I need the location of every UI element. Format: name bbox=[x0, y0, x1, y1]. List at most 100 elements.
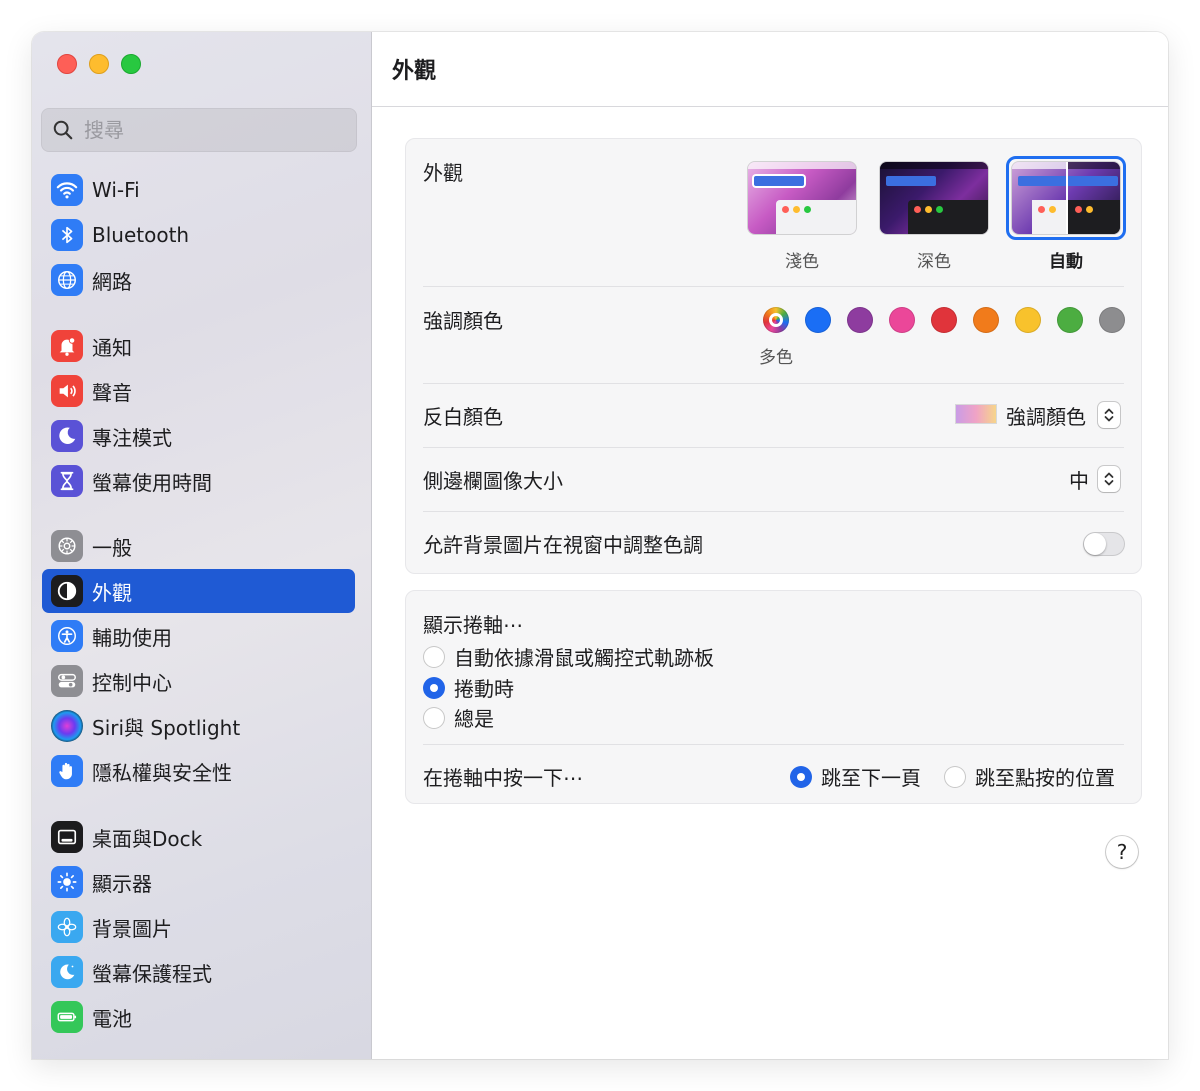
appearance-auto-option[interactable] bbox=[1012, 162, 1120, 234]
highlight-color-value[interactable]: 強調顏色 bbox=[1006, 401, 1086, 430]
divider bbox=[423, 383, 1124, 384]
sidebar-item-label: 顯示器 bbox=[92, 871, 152, 896]
chevron-up-down-icon bbox=[1104, 408, 1114, 422]
appearance-light-caption: 淺色 bbox=[785, 252, 819, 272]
sidebar-item-label: 一般 bbox=[92, 535, 132, 560]
sidebar-item-accessibility[interactable]: 輔助使用 bbox=[42, 614, 355, 658]
search-icon bbox=[53, 120, 73, 140]
moon-icon bbox=[51, 420, 83, 452]
accent-green-swatch[interactable] bbox=[1057, 307, 1083, 333]
sidebar-item-label: 螢幕保護程式 bbox=[92, 961, 212, 986]
search-field[interactable] bbox=[41, 108, 357, 152]
scrollbars-when-scrolling-radio[interactable]: 捲動時 bbox=[423, 673, 514, 702]
accent-multicolor-swatch[interactable] bbox=[763, 307, 789, 333]
wallpaper-tint-label: 允許背景圖片在視窗中調整色調 bbox=[423, 533, 703, 557]
radio-button-selected[interactable] bbox=[423, 676, 445, 699]
sidebar-item-notifications[interactable]: 通知 bbox=[42, 324, 355, 368]
sidebar-item-wifi[interactable]: Wi-Fi bbox=[42, 168, 355, 212]
sidebar-item-label: 背景圖片 bbox=[92, 916, 172, 941]
toggle-knob bbox=[1084, 533, 1106, 555]
help-button[interactable]: ? bbox=[1106, 836, 1138, 868]
zoom-window-button[interactable] bbox=[121, 54, 141, 74]
sidebar-icon-size-popup-button[interactable] bbox=[1098, 466, 1120, 492]
scrollbars-auto-radio[interactable]: 自動依據滑鼠或觸控式軌跡板 bbox=[423, 642, 714, 671]
highlight-color-preview bbox=[956, 405, 996, 423]
appearance-dark-option[interactable] bbox=[880, 162, 988, 234]
sidebar-item-label: Siri與 Spotlight bbox=[92, 715, 241, 740]
sidebar-item-bluetooth[interactable]: Bluetooth bbox=[42, 213, 355, 257]
sidebar-item-label: 輔助使用 bbox=[92, 625, 172, 650]
radio-button[interactable] bbox=[944, 765, 966, 788]
scrollbars-always-radio[interactable]: 總是 bbox=[423, 703, 494, 732]
radio-label: 跳至下一頁 bbox=[821, 766, 921, 790]
sidebar-item-battery[interactable]: 電池 bbox=[42, 995, 355, 1039]
sidebar-item-control-center[interactable]: 控制中心 bbox=[42, 659, 355, 703]
jump-next-page-radio[interactable]: 跳至下一頁 bbox=[790, 762, 921, 791]
sidebar-item-sound[interactable]: 聲音 bbox=[42, 369, 355, 413]
sidebar-item-focus[interactable]: 專注模式 bbox=[42, 414, 355, 458]
sidebar-item-label: 桌面與Dock bbox=[92, 826, 203, 851]
accent-selected-caption: 多色 bbox=[759, 348, 793, 368]
appearance-label: 外觀 bbox=[423, 161, 463, 185]
sidebar-item-screen-time[interactable]: 螢幕使用時間 bbox=[42, 459, 355, 503]
radio-label: 捲動時 bbox=[454, 677, 514, 701]
accent-color-label: 強調顏色 bbox=[423, 309, 503, 333]
sidebar-item-screen-saver[interactable]: 螢幕保護程式 bbox=[42, 950, 355, 994]
radio-button[interactable] bbox=[423, 706, 445, 729]
show-scrollbars-label: 顯示捲軸⋯ bbox=[423, 613, 523, 637]
minimize-window-button[interactable] bbox=[89, 54, 109, 74]
accent-orange-swatch[interactable] bbox=[973, 307, 999, 333]
sidebar-item-displays[interactable]: 顯示器 bbox=[42, 860, 355, 904]
page-title: 外觀 bbox=[372, 32, 1168, 107]
radio-label: 跳至點按的位置 bbox=[975, 766, 1115, 790]
accent-yellow-swatch[interactable] bbox=[1015, 307, 1041, 333]
bluetooth-icon bbox=[51, 219, 83, 251]
sidebar-item-label: 網路 bbox=[92, 269, 132, 294]
sidebar-item-desktop-dock[interactable]: 桌面與Dock bbox=[42, 815, 355, 859]
click-scrollbar-label: 在捲軸中按一下⋯ bbox=[423, 766, 583, 790]
appearance-dark-caption: 深色 bbox=[917, 252, 951, 272]
appearance-auto-caption: 自動 bbox=[1049, 252, 1083, 272]
sidebar-item-label: 專注模式 bbox=[92, 425, 172, 450]
sidebar-item-general[interactable]: 一般 bbox=[42, 524, 355, 568]
accent-pink-swatch[interactable] bbox=[889, 307, 915, 333]
speaker-icon bbox=[51, 375, 83, 407]
appearance-light-option[interactable] bbox=[748, 162, 856, 234]
close-window-button[interactable] bbox=[57, 54, 77, 74]
search-input[interactable] bbox=[84, 118, 334, 142]
sidebar-item-label: 外觀 bbox=[92, 580, 132, 605]
settings-window: Wi-Fi Bluetooth 網路 通知 聲音 bbox=[32, 32, 1168, 1059]
dock-icon bbox=[51, 821, 83, 853]
sidebar: Wi-Fi Bluetooth 網路 通知 聲音 bbox=[32, 32, 372, 1059]
radio-label: 總是 bbox=[454, 707, 494, 731]
radio-button[interactable] bbox=[423, 645, 445, 668]
sidebar-item-network[interactable]: 網路 bbox=[42, 258, 355, 302]
divider bbox=[423, 744, 1124, 745]
accent-blue-swatch[interactable] bbox=[805, 307, 831, 333]
accessibility-icon bbox=[51, 620, 83, 652]
chevron-up-down-icon bbox=[1104, 472, 1114, 486]
highlight-color-popup-button[interactable] bbox=[1098, 402, 1120, 428]
sidebar-icon-size-value[interactable]: 中 bbox=[1069, 465, 1089, 494]
sidebar-item-label: 隱私權與安全性 bbox=[92, 760, 232, 785]
main-pane: 外觀 外觀 淺色 深色 自動 強調顏色 多色 反白顏色 強調顏色 側邊欄圖像大小… bbox=[372, 32, 1168, 1059]
sun-icon bbox=[51, 866, 83, 898]
wallpaper-tint-toggle[interactable] bbox=[1083, 532, 1125, 556]
divider bbox=[423, 511, 1124, 512]
sidebar-item-privacy-security[interactable]: 隱私權與安全性 bbox=[42, 749, 355, 793]
sidebar-item-label: 控制中心 bbox=[92, 670, 172, 695]
sidebar-item-label: 螢幕使用時間 bbox=[92, 470, 212, 495]
radio-button-selected[interactable] bbox=[790, 765, 812, 788]
accent-graphite-swatch[interactable] bbox=[1099, 307, 1125, 333]
sidebar-item-label: 通知 bbox=[92, 335, 132, 360]
siri-icon bbox=[51, 710, 83, 742]
appearance-settings-group: 外觀 淺色 深色 自動 強調顏色 多色 反白顏色 強調顏色 側邊欄圖像大小 中 … bbox=[405, 138, 1142, 574]
accent-red-swatch[interactable] bbox=[931, 307, 957, 333]
sidebar-item-siri-spotlight[interactable]: Siri與 Spotlight bbox=[42, 704, 355, 748]
screensaver-icon bbox=[51, 956, 83, 988]
sidebar-item-wallpaper[interactable]: 背景圖片 bbox=[42, 905, 355, 949]
jump-clicked-spot-radio[interactable]: 跳至點按的位置 bbox=[944, 762, 1115, 791]
accent-purple-swatch[interactable] bbox=[847, 307, 873, 333]
sidebar-item-appearance[interactable]: 外觀 bbox=[42, 569, 355, 613]
divider bbox=[423, 447, 1124, 448]
